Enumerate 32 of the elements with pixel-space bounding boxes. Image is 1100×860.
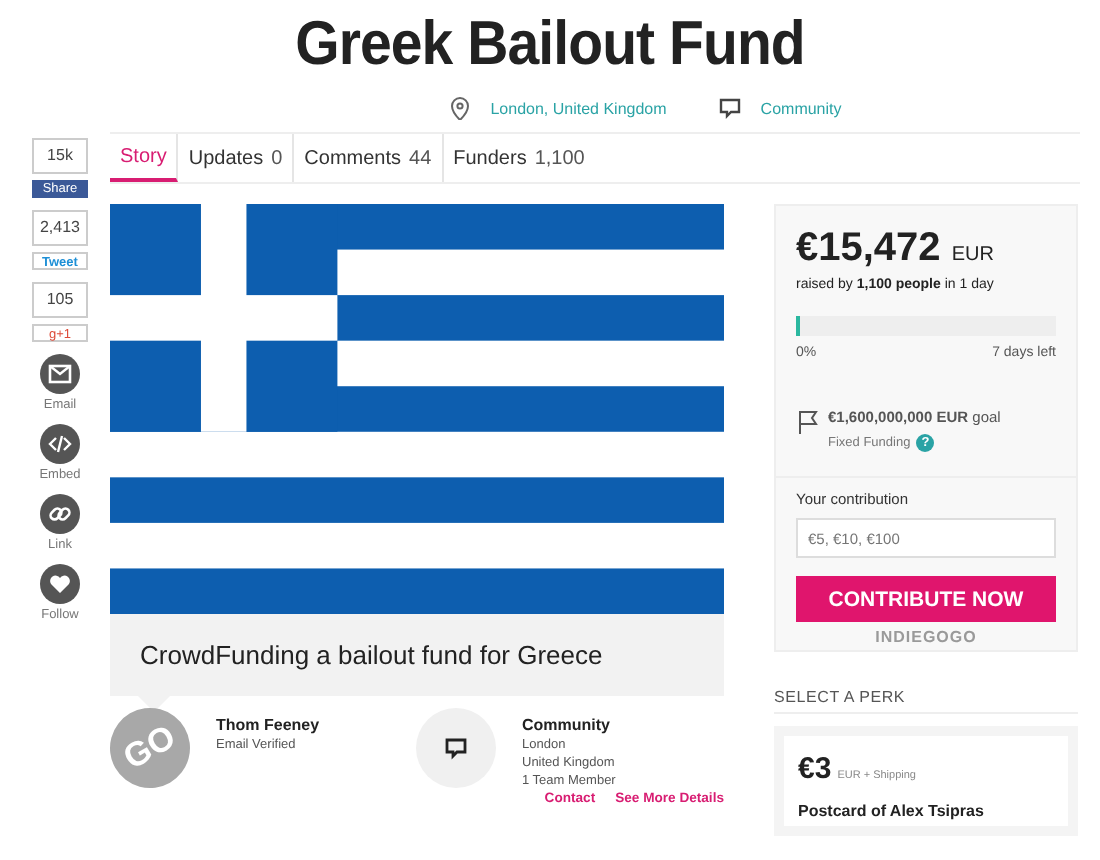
speech-bubble-icon	[718, 96, 743, 120]
share-count: 15k	[32, 138, 88, 174]
page-title: Greek Bailout Fund	[293, 8, 807, 80]
brand-logo: INDIEGOGO	[873, 628, 979, 646]
code-icon	[47, 432, 72, 456]
currency-label: EUR	[951, 244, 994, 266]
tab[interactable]: Funders 1,100	[443, 134, 595, 182]
location-link[interactable]: London, United Kingdom	[490, 99, 667, 117]
tab[interactable]: Updates 0	[178, 134, 295, 182]
link-icon	[48, 502, 72, 526]
location-pin-icon	[448, 96, 473, 120]
envelope-icon	[48, 362, 72, 386]
follow-button[interactable]	[40, 564, 80, 604]
amount-raised: €15,472	[796, 226, 941, 270]
team-name: Community	[522, 716, 612, 734]
link-button[interactable]	[40, 494, 80, 534]
category-link[interactable]: Community	[760, 99, 842, 117]
tab[interactable]: Comments 44	[294, 134, 444, 182]
owner-name: Thom Feeney	[216, 716, 320, 734]
perk-title: Postcard of Alex Tsipras	[798, 802, 986, 820]
email-button[interactable]	[40, 354, 80, 394]
share-count: 2,413	[32, 210, 88, 246]
heart-icon	[48, 572, 72, 596]
embed-button[interactable]	[39, 424, 80, 464]
contribute-button[interactable]: CONTRIBUTE NOW	[796, 576, 1056, 622]
share-count: 105	[32, 282, 88, 318]
campaign-tagline: CrowdFunding a bailout fund for Greece	[110, 614, 724, 696]
flag-icon	[796, 408, 820, 436]
section-heading: SELECT A PERK	[774, 680, 1078, 714]
speech-bubble-icon	[444, 736, 468, 760]
tab[interactable]: Story	[110, 134, 179, 182]
perk-price: €3	[798, 752, 832, 786]
